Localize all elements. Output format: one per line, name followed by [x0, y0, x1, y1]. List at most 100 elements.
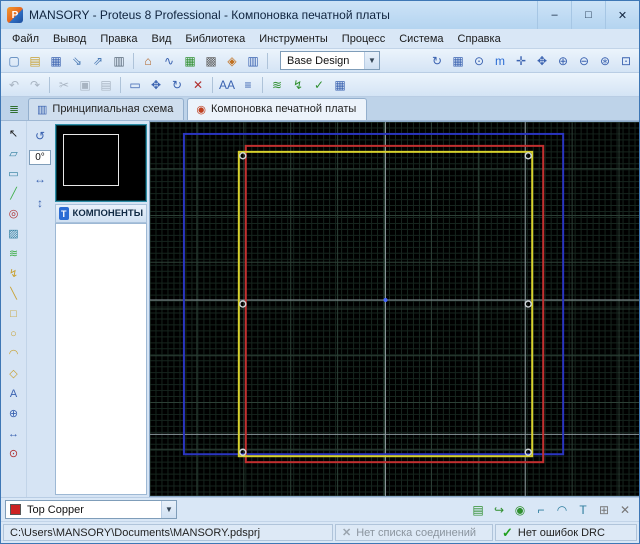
menu-library[interactable]: Библиотека [178, 31, 252, 47]
connectivity-highlight-icon[interactable]: ↯ [4, 264, 24, 283]
component-mode-icon[interactable]: ▱ [4, 144, 24, 163]
separator [267, 53, 268, 69]
zoom-all-icon[interactable]: ⊛ [595, 51, 615, 71]
gerber-viewer-icon[interactable]: ◈ [222, 51, 242, 71]
find-component-icon[interactable]: АА [217, 75, 237, 95]
design-selector[interactable]: Base Design ▼ [280, 51, 380, 70]
ratsnest-mode-icon[interactable]: ≋ [4, 244, 24, 263]
drc-check-icon[interactable]: ✓ [309, 75, 329, 95]
menu-system[interactable]: Система [392, 31, 450, 47]
close-button[interactable]: ✕ [605, 1, 639, 29]
trace-mode-icon[interactable]: ╱ [4, 184, 24, 203]
pcb-layout-icon[interactable]: ▦ [180, 51, 200, 71]
page-list-icon[interactable]: ≣ [5, 100, 23, 118]
2d-text-icon[interactable]: A [4, 384, 24, 403]
layer-stack-icon[interactable]: ▤ [468, 500, 488, 520]
ratsnest-recalc-icon[interactable]: ≋ [267, 75, 287, 95]
minimize-button[interactable]: – [537, 1, 571, 29]
rotation-angle-input[interactable]: 0° [29, 150, 51, 165]
mirror-vertical-icon[interactable]: ↕ [30, 193, 50, 213]
block-copy-icon[interactable]: ▭ [125, 75, 145, 95]
chevron-down-icon[interactable]: ▼ [364, 52, 379, 69]
import-icon[interactable]: ⇘ [67, 51, 87, 71]
tab-schematic[interactable]: ▥ Принципиальная схема [28, 98, 184, 120]
3d-visualizer-icon[interactable]: ▩ [201, 51, 221, 71]
components-list[interactable] [55, 223, 147, 495]
search-tag-icon[interactable]: ≡ [238, 75, 258, 95]
chevron-down-icon[interactable]: ▼ [161, 501, 176, 518]
pcb-canvas[interactable] [149, 121, 639, 497]
curved-trace-icon[interactable]: ◠ [552, 500, 572, 520]
2d-path-icon[interactable]: ◇ [4, 364, 24, 383]
home-icon[interactable]: ⌂ [138, 51, 158, 71]
view-icon-group: ↻▦⊙m✛✥⊕⊖⊛⊡ [427, 51, 636, 71]
units-toggle-icon[interactable]: m [490, 51, 510, 71]
center-at-cursor-icon[interactable]: ✛ [511, 51, 531, 71]
zoom-out-icon[interactable]: ⊖ [574, 51, 594, 71]
2d-line-icon[interactable]: ╲ [4, 284, 24, 303]
cut-icon[interactable]: ✂ [54, 75, 74, 95]
pcb-board-drawing [150, 122, 639, 496]
2d-circle-icon[interactable]: ○ [4, 324, 24, 343]
block-delete-icon[interactable]: ✕ [188, 75, 208, 95]
2d-box-icon[interactable]: □ [4, 304, 24, 323]
2d-arc-icon[interactable]: ◠ [4, 344, 24, 363]
netlist-missing-icon: ✕ [342, 526, 351, 539]
menu-process[interactable]: Процесс [335, 31, 392, 47]
paste-icon[interactable]: ▤ [96, 75, 116, 95]
block-rotate-icon[interactable]: ↻ [167, 75, 187, 95]
text-filter-icon[interactable]: T [573, 500, 593, 520]
schematic-capture-icon[interactable]: ∿ [159, 51, 179, 71]
menu-view[interactable]: Вид [144, 31, 178, 47]
tab-pcb-layout[interactable]: ◉ Компоновка печатной платы [187, 98, 367, 120]
rotate-ccw-icon[interactable]: ↺ [30, 126, 50, 146]
drc-status-cell: ✓ Нет ошибок DRC [495, 524, 637, 541]
preview-board-outline [63, 134, 119, 186]
save-file-icon[interactable]: ▦ [46, 51, 66, 71]
layer-bar: Top Copper ▼ ▤↪◉⌐◠T⊞✕ [1, 497, 639, 521]
components-panel-icon[interactable]: T [59, 207, 69, 220]
zone-mode-icon[interactable]: ▨ [4, 224, 24, 243]
mirror-horizontal-icon[interactable]: ↔ [30, 169, 50, 189]
menu-tools[interactable]: Инструменты [252, 31, 335, 47]
delete-filter-icon[interactable]: ✕ [615, 500, 635, 520]
new-file-icon[interactable]: ▢ [4, 51, 24, 71]
via-filter-icon[interactable]: ◉ [510, 500, 530, 520]
netlist-status-cell: ✕ Нет списка соединений [335, 524, 493, 541]
design-rule-manager-icon[interactable]: ▦ [330, 75, 350, 95]
auto-router-icon[interactable]: ↯ [288, 75, 308, 95]
layer-selector[interactable]: Top Copper ▼ [5, 500, 177, 519]
menu-help[interactable]: Справка [451, 31, 508, 47]
print-icon[interactable]: ▥ [109, 51, 129, 71]
menu-edit[interactable]: Правка [93, 31, 144, 47]
zoom-area-icon[interactable]: ⊡ [616, 51, 636, 71]
grid-toggle-icon[interactable]: ▦ [448, 51, 468, 71]
graphics-filter-icon[interactable]: ⊞ [594, 500, 614, 520]
origin-icon[interactable]: ⊙ [4, 444, 24, 463]
maximize-button[interactable]: □ [571, 1, 605, 29]
menu-output[interactable]: Вывод [46, 31, 93, 47]
dimension-icon[interactable]: ↔ [4, 424, 24, 443]
export-icon[interactable]: ⇗ [88, 51, 108, 71]
board-overview-preview[interactable] [55, 124, 147, 202]
pan-icon[interactable]: ✥ [532, 51, 552, 71]
window-controls: – □ ✕ [537, 1, 639, 29]
design-selector-value: Base Design [287, 55, 349, 67]
via-mode-icon[interactable]: ◎ [4, 204, 24, 223]
copy-icon[interactable]: ▣ [75, 75, 95, 95]
redo-icon[interactable]: ↷ [25, 75, 45, 95]
auto-track-necking-icon[interactable]: ↪ [489, 500, 509, 520]
redraw-icon[interactable]: ↻ [427, 51, 447, 71]
design-explorer-icon[interactable]: ▥ [243, 51, 263, 71]
selection-arrow-icon[interactable]: ↖ [4, 124, 24, 143]
package-mode-icon[interactable]: ▭ [4, 164, 24, 183]
trace-angle-icon[interactable]: ⌐ [531, 500, 551, 520]
open-file-icon[interactable]: ▤ [25, 51, 45, 71]
zoom-in-icon[interactable]: ⊕ [553, 51, 573, 71]
block-move-icon[interactable]: ✥ [146, 75, 166, 95]
title-bar[interactable]: P MANSORY - Proteus 8 Professional - Ком… [1, 1, 639, 29]
undo-icon[interactable]: ↶ [4, 75, 24, 95]
false-origin-icon[interactable]: ⊙ [469, 51, 489, 71]
2d-symbol-icon[interactable]: ⊕ [4, 404, 24, 423]
menu-file[interactable]: Файл [5, 31, 46, 47]
